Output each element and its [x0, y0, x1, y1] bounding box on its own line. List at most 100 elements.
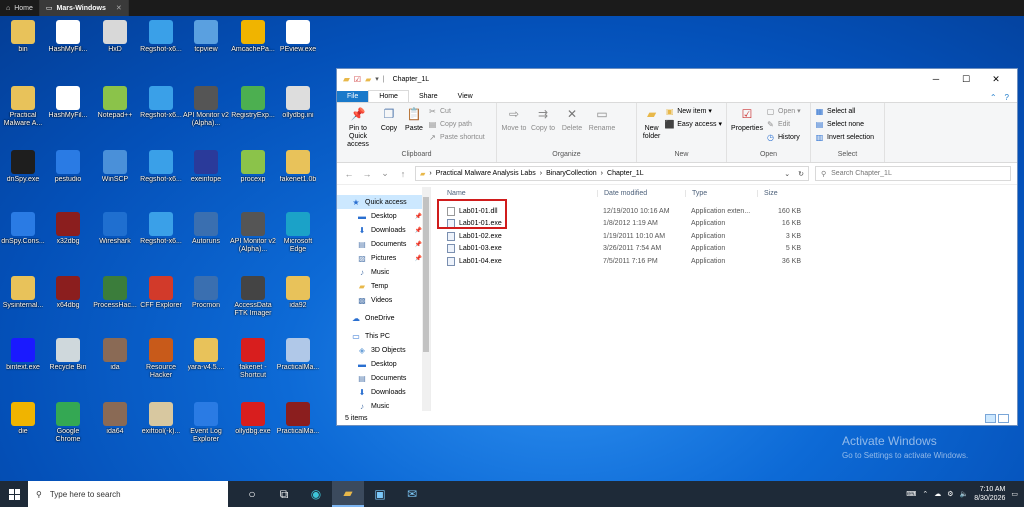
nav-item[interactable]: ▨ Pictures 📌: [337, 251, 430, 265]
desktop-shortcut[interactable]: dnSpy.Cons...: [0, 212, 46, 246]
desktop-shortcut[interactable]: AmcachePa...: [230, 20, 276, 54]
desktop-shortcut[interactable]: Regshot-x6...: [138, 212, 184, 246]
vm-tab-mars-windows[interactable]: ▭ Mars-Windows ✕: [39, 0, 129, 16]
details-view-icon[interactable]: [985, 413, 996, 423]
new-item-button[interactable]: ▣ New item ▾: [665, 105, 722, 117]
desktop-shortcut[interactable]: bintext.exe: [0, 338, 46, 372]
desktop-shortcut[interactable]: PracticalMa...: [275, 402, 321, 436]
back-arrow-icon[interactable]: ←: [343, 169, 355, 179]
properties-button[interactable]: ☑ Properties: [731, 105, 763, 133]
search-input[interactable]: [831, 170, 1002, 177]
breadcrumb-segment[interactable]: Practical Malware Analysis Labs: [436, 170, 536, 177]
breadcrumb-segment[interactable]: BinaryCollection: [546, 170, 597, 177]
desktop-shortcut[interactable]: fakenet1.0b: [275, 150, 321, 184]
desktop-shortcut[interactable]: x32dbg: [45, 212, 91, 246]
desktop-shortcut[interactable]: tcpview: [183, 20, 229, 54]
desktop-shortcut[interactable]: Notepad++: [92, 86, 138, 120]
nav-item[interactable]: ▩ Videos: [337, 293, 430, 307]
desktop-shortcut[interactable]: ollydbg.ini: [275, 86, 321, 120]
store-icon[interactable]: ▣: [364, 481, 396, 507]
desktop-shortcut[interactable]: fakenet - Shortcut: [230, 338, 276, 380]
nav-item[interactable]: ▰ Temp: [337, 279, 430, 293]
desktop-shortcut[interactable]: WinSCP: [92, 150, 138, 184]
cortana-icon[interactable]: ○: [236, 481, 268, 507]
desktop-shortcut[interactable]: Microsoft Edge: [275, 212, 321, 254]
show-hidden-icons-chevron-icon[interactable]: ⌃: [922, 490, 928, 498]
cut-button[interactable]: ✂ Cut: [428, 105, 485, 117]
move-to-button[interactable]: ⇨ Move to: [501, 105, 527, 133]
file-row[interactable]: Lab01-04.exe 7/5/2011 7:16 PM Application 3…: [439, 255, 1017, 268]
breadcrumb-segment[interactable]: Chapter_1L: [607, 170, 644, 177]
desktop-shortcut[interactable]: Resource Hacker: [138, 338, 184, 380]
file-explorer-taskbar-icon[interactable]: ▰: [332, 481, 364, 507]
desktop-shortcut[interactable]: ida92: [275, 276, 321, 310]
settings-tray-icon[interactable]: ⚙: [947, 490, 953, 498]
desktop-shortcut[interactable]: Regshot-x6...: [138, 20, 184, 54]
nav-item[interactable]: ▤ Documents 📌: [337, 237, 430, 251]
rename-button[interactable]: ▭ Rename: [588, 105, 616, 133]
edge-icon[interactable]: ◉: [300, 481, 332, 507]
easy-access-button[interactable]: ⬛ Easy access ▾: [665, 118, 722, 130]
desktop-shortcut[interactable]: exiftool(-k)...: [138, 402, 184, 436]
column-header-date[interactable]: Date modified: [597, 190, 685, 197]
desktop-shortcut[interactable]: exeinfope: [183, 150, 229, 184]
nav-item[interactable]: ▤ Documents: [337, 371, 430, 385]
paste-shortcut-button[interactable]: ↗ Paste shortcut: [428, 131, 485, 143]
nav-item[interactable]: ♪ Music: [337, 265, 430, 279]
open-button[interactable]: ▢ Open ▾: [766, 105, 801, 117]
large-icons-view-icon[interactable]: [998, 413, 1009, 423]
clock[interactable]: 7:10 AM 8/30/2026: [974, 485, 1005, 503]
desktop-shortcut[interactable]: dnSpy.exe: [0, 150, 46, 184]
scrollbar-thumb[interactable]: [423, 197, 429, 352]
desktop-shortcut[interactable]: Recycle Bin: [45, 338, 91, 372]
vm-tab-home[interactable]: ⌂ Home: [0, 0, 40, 16]
new-folder-button[interactable]: ▰ New folder: [641, 105, 662, 141]
nav-item[interactable]: ▬ Desktop 📌: [337, 209, 430, 223]
delete-button[interactable]: ✕ Delete: [559, 105, 585, 133]
volume-icon[interactable]: 🔈: [960, 490, 969, 498]
select-all-button[interactable]: ▦ Select all: [815, 105, 874, 117]
desktop-shortcut[interactable]: Regshot-x6...: [138, 86, 184, 120]
tab-file[interactable]: File: [337, 91, 369, 102]
desktop-shortcut[interactable]: ida64: [92, 402, 138, 436]
desktop-shortcut[interactable]: AccessData FTK Imager: [230, 276, 276, 318]
file-row[interactable]: Lab01-02.exe 1/19/2011 10:10 AM Applicatio…: [439, 230, 1017, 243]
select-none-button[interactable]: ▤ Select none: [815, 118, 874, 130]
desktop-shortcut[interactable]: ida: [92, 338, 138, 372]
invert-selection-button[interactable]: ▥ Invert selection: [815, 131, 874, 143]
desktop-shortcut[interactable]: Wireshark: [92, 212, 138, 246]
desktop-shortcut[interactable]: ProcessHac...: [92, 276, 138, 310]
desktop-shortcut[interactable]: Regshot-x6...: [138, 150, 184, 184]
up-arrow-icon[interactable]: ↑: [397, 169, 409, 179]
help-icon[interactable]: ?: [1005, 93, 1009, 102]
desktop-shortcut[interactable]: bin: [0, 20, 46, 54]
history-button[interactable]: ◷ History: [766, 131, 801, 143]
keyboard-icon[interactable]: ⌨: [906, 490, 916, 498]
task-view-icon[interactable]: ⧉: [268, 481, 300, 507]
nav-item[interactable]: ⬇ Downloads: [337, 385, 430, 399]
desktop-shortcut[interactable]: Autoruns: [183, 212, 229, 246]
close-icon[interactable]: ✕: [116, 4, 122, 12]
desktop-shortcut[interactable]: HashMyFil...: [45, 20, 91, 54]
notifications-icon[interactable]: ▭: [1011, 490, 1018, 498]
file-row[interactable]: Lab01-01.exe 1/8/2012 1:19 AM Application 1…: [439, 218, 1017, 231]
desktop-shortcut[interactable]: die: [0, 402, 46, 436]
forward-arrow-icon[interactable]: →: [361, 169, 373, 179]
edit-button[interactable]: ✎ Edit: [766, 118, 801, 130]
desktop-shortcut[interactable]: Procmon: [183, 276, 229, 310]
column-header-size[interactable]: Size: [757, 190, 803, 197]
desktop-shortcut[interactable]: yara-v4.5....: [183, 338, 229, 372]
network-icon[interactable]: ☁: [934, 490, 941, 498]
maximize-button[interactable]: ☐: [951, 74, 981, 85]
desktop-shortcut[interactable]: Practical Malware A...: [0, 86, 46, 128]
desktop-shortcut[interactable]: ollydbg.exe: [230, 402, 276, 436]
taskbar-search-box[interactable]: ⚲ Type here to search: [28, 481, 228, 507]
search-box[interactable]: ⚲: [815, 166, 1011, 181]
close-button[interactable]: ✕: [981, 74, 1011, 85]
desktop-shortcut[interactable]: PEview.exe: [275, 20, 321, 54]
address-dropdown-icon[interactable]: ⌄: [784, 170, 790, 178]
ribbon-collapse-icon[interactable]: ⌃: [990, 93, 997, 102]
desktop-shortcut[interactable]: Event Log Explorer: [183, 402, 229, 444]
column-header-type[interactable]: Type: [685, 190, 757, 197]
tab-view[interactable]: View: [448, 91, 483, 102]
